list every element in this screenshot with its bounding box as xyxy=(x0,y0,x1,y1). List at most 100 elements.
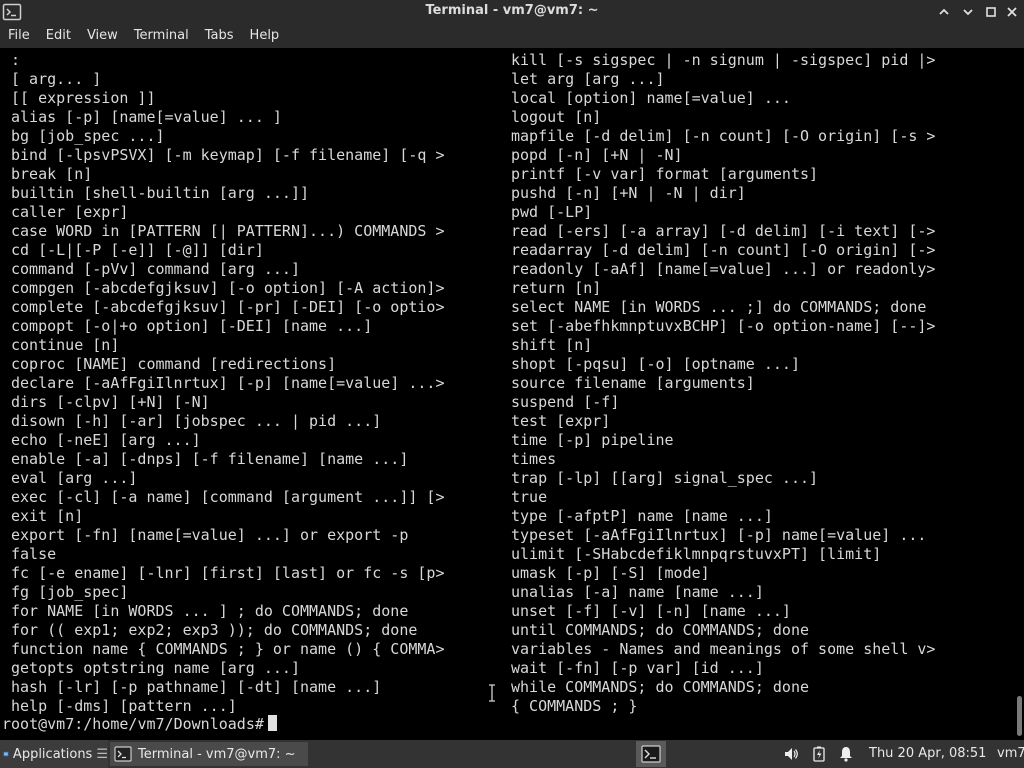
terminal-line: trap [-lp] [[arg] signal_spec ...] xyxy=(511,469,819,487)
terminal-icon xyxy=(114,746,132,762)
terminal-line: return [n] xyxy=(511,279,602,297)
terminal-line: select NAME [in WORDS ... ;] do COMMANDS… xyxy=(511,298,927,316)
terminal-line: local [option] name[=value] ... xyxy=(511,89,791,107)
terminal-line: eval [arg ...] xyxy=(11,469,138,487)
terminal-line: [ arg... ] xyxy=(11,70,102,88)
terminal-line: getopts optstring name [arg ...] xyxy=(11,659,300,677)
terminal-line: times xyxy=(511,450,557,468)
menu-tabs[interactable]: Tabs xyxy=(197,24,242,48)
terminal-line: break [n] xyxy=(11,165,93,183)
terminal-line: let arg [arg ...] xyxy=(511,70,665,88)
menu-view[interactable]: View xyxy=(79,24,126,48)
terminal-line: builtin [shell-builtin [arg ...]] xyxy=(11,184,310,202)
minimize-icon xyxy=(939,8,949,15)
terminal-line: readonly [-aAf] [name[=value] ...] or re… xyxy=(511,260,936,278)
terminal-line: complete [-abcdefgjksuv] [-pr] [-DEI] [-… xyxy=(11,298,445,316)
terminal-line: bind [-lpsvPSVX] [-m keymap] [-f filenam… xyxy=(11,146,445,164)
volume-icon[interactable] xyxy=(782,745,800,763)
help-list-right: kill [-s sigspec | -n signum | -sigspec]… xyxy=(511,51,935,716)
terminal-line: cd [-L|[-P [-e]] [-@]] [dir] xyxy=(11,241,264,259)
terminal-line: alias [-p] [name[=value] ... ] xyxy=(11,108,282,126)
prompt-line[interactable]: root@vm7:/home/vm7/Downloads# xyxy=(2,715,277,734)
terminal-line: printf [-v var] format [arguments] xyxy=(511,165,819,183)
terminal-line: suspend [-f] xyxy=(511,393,620,411)
applications-menu-button[interactable]: Applications ☰ xyxy=(0,740,108,768)
maximize-icon xyxy=(986,7,996,17)
terminal-line: dirs [-clpv] [+N] [-N] xyxy=(11,393,210,411)
terminal-line: ulimit [-SHabcdefiklmnpqrstuvxPT] [limit… xyxy=(511,545,882,563)
menu-terminal[interactable]: Terminal xyxy=(126,24,197,48)
terminal-output[interactable]: :[ arg... ][[ expression ]] alias [-p] [n… xyxy=(0,48,1024,740)
terminal-line: shopt [-pqsu] [-o] [optname ...] xyxy=(511,355,800,373)
text-cursor xyxy=(267,715,277,731)
terminal-line: case WORD in [PATTERN [| PATTERN]...) CO… xyxy=(11,222,445,240)
terminal-line: export [-fn] [name[=value] ...] or expor… xyxy=(11,526,409,544)
terminal-line: shift [n] xyxy=(511,336,593,354)
terminal-line: source filename [arguments] xyxy=(511,374,755,392)
terminal-line: declare [-aAfFgiIlnrtux] [-p] [name[=val… xyxy=(11,374,445,392)
terminal-line: exec [-cl] [-a name] [command [argument … xyxy=(11,488,445,506)
terminal-line: help [-dms] [pattern ...] xyxy=(11,697,237,715)
terminal-line: hash [-lr] [-p pathname] [-dt] [name ...… xyxy=(11,678,382,696)
terminal-line: bg [job_spec ...] xyxy=(11,127,165,145)
terminal-line: for NAME [in WORDS ... ] ; do COMMANDS; … xyxy=(11,602,409,620)
terminal-line: wait [-fn] [-p var] [id ...] xyxy=(511,659,764,677)
scrollbar-thumb[interactable] xyxy=(1017,696,1022,736)
menu-bar: File Edit View Terminal Tabs Help xyxy=(0,24,1024,48)
terminal-line: readarray [-d delim] [-n count] [-O orig… xyxy=(511,241,936,259)
clock[interactable]: Thu 20 Apr, 08:51 xyxy=(869,746,986,761)
terminal-line: kill [-s sigspec | -n signum | -sigspec]… xyxy=(511,51,936,69)
minimize-button[interactable] xyxy=(934,2,954,22)
terminal-launcher-button[interactable] xyxy=(636,741,666,767)
restore-icon xyxy=(963,9,973,16)
terminal-icon xyxy=(641,745,661,763)
terminal-line: disown [-h] [-ar] [jobspec ... | pid ...… xyxy=(11,412,382,430)
terminal-line: logout [n] xyxy=(511,108,602,126)
title-bar[interactable]: Terminal - vm7@vm7: ~ xyxy=(0,0,1024,24)
terminal-line: umask [-p] [-S] [mode] xyxy=(511,564,710,582)
terminal-line: variables - Names and meanings of some s… xyxy=(511,640,936,658)
terminal-line: set [-abefhkmnptuvxBCHP] [-o option-name… xyxy=(511,317,936,335)
window-title: Terminal - vm7@vm7: ~ xyxy=(425,3,599,18)
maximize-button[interactable] xyxy=(981,2,1001,22)
terminal-line: caller [expr] xyxy=(11,203,129,221)
close-icon xyxy=(1007,7,1017,17)
terminal-line: read [-ers] [-a array] [-d delim] [-i te… xyxy=(511,222,936,240)
user-menu[interactable]: vm7 xyxy=(997,746,1024,761)
terminal-line: fc [-e ename] [-lnr] [first] [last] or f… xyxy=(11,564,445,582)
terminal-line: type [-afptP] name [name ...] xyxy=(511,507,773,525)
terminal-line: test [expr] xyxy=(511,412,611,430)
terminal-line: until COMMANDS; do COMMANDS; done xyxy=(511,621,810,639)
terminal-line: typeset [-aAfFgiIlnrtux] [-p] name[=valu… xyxy=(511,526,927,544)
terminal-line: while COMMANDS; do COMMANDS; done xyxy=(511,678,810,696)
terminal-line: exit [n] xyxy=(11,507,84,525)
menu-help[interactable]: Help xyxy=(242,24,288,48)
terminal-line: echo [-neE] [arg ...] xyxy=(11,431,201,449)
terminal-line: unset [-f] [-v] [-n] [name ...] xyxy=(511,602,791,620)
terminal-line: command [-pVv] command [arg ...] xyxy=(11,260,300,278)
close-button[interactable] xyxy=(1002,2,1022,22)
restore-button[interactable] xyxy=(958,2,978,22)
terminal-line: true xyxy=(511,488,548,506)
battery-icon[interactable] xyxy=(810,745,828,763)
menu-file[interactable]: File xyxy=(0,24,38,48)
terminal-line: coproc [NAME] command [redirections] xyxy=(11,355,337,373)
taskbar: Applications ☰ Terminal - vm7@vm7: ~ Thu… xyxy=(0,740,1024,768)
terminal-line: [[ expression ]] xyxy=(11,89,156,107)
menu-edit[interactable]: Edit xyxy=(38,24,79,48)
terminal-line: time [-p] pipeline xyxy=(511,431,674,449)
terminal-line: false xyxy=(11,545,57,563)
notification-bell-icon[interactable] xyxy=(837,745,855,763)
shell-prompt: root@vm7:/home/vm7/Downloads# xyxy=(2,715,264,733)
applications-icon xyxy=(3,751,9,757)
terminal-line: enable [-a] [-dnps] [-f filename] [name … xyxy=(11,450,409,468)
terminal-line: fg [job_spec] xyxy=(11,583,129,601)
terminal-line: unalias [-a] name [name ...] xyxy=(511,583,764,601)
terminal-line: for (( exp1; exp2; exp3 )); do COMMANDS;… xyxy=(11,621,418,639)
terminal-line: : xyxy=(11,51,21,69)
terminal-line: continue [n] xyxy=(11,336,120,354)
terminal-line: pushd [-n] [+N | -N | dir] xyxy=(511,184,746,202)
terminal-line: compgen [-abcdefgjksuv] [-o option] [-A … xyxy=(11,279,445,297)
applications-menu-icon: ☰ xyxy=(96,746,108,762)
taskbar-terminal-task[interactable]: Terminal - vm7@vm7: ~ xyxy=(110,742,308,766)
